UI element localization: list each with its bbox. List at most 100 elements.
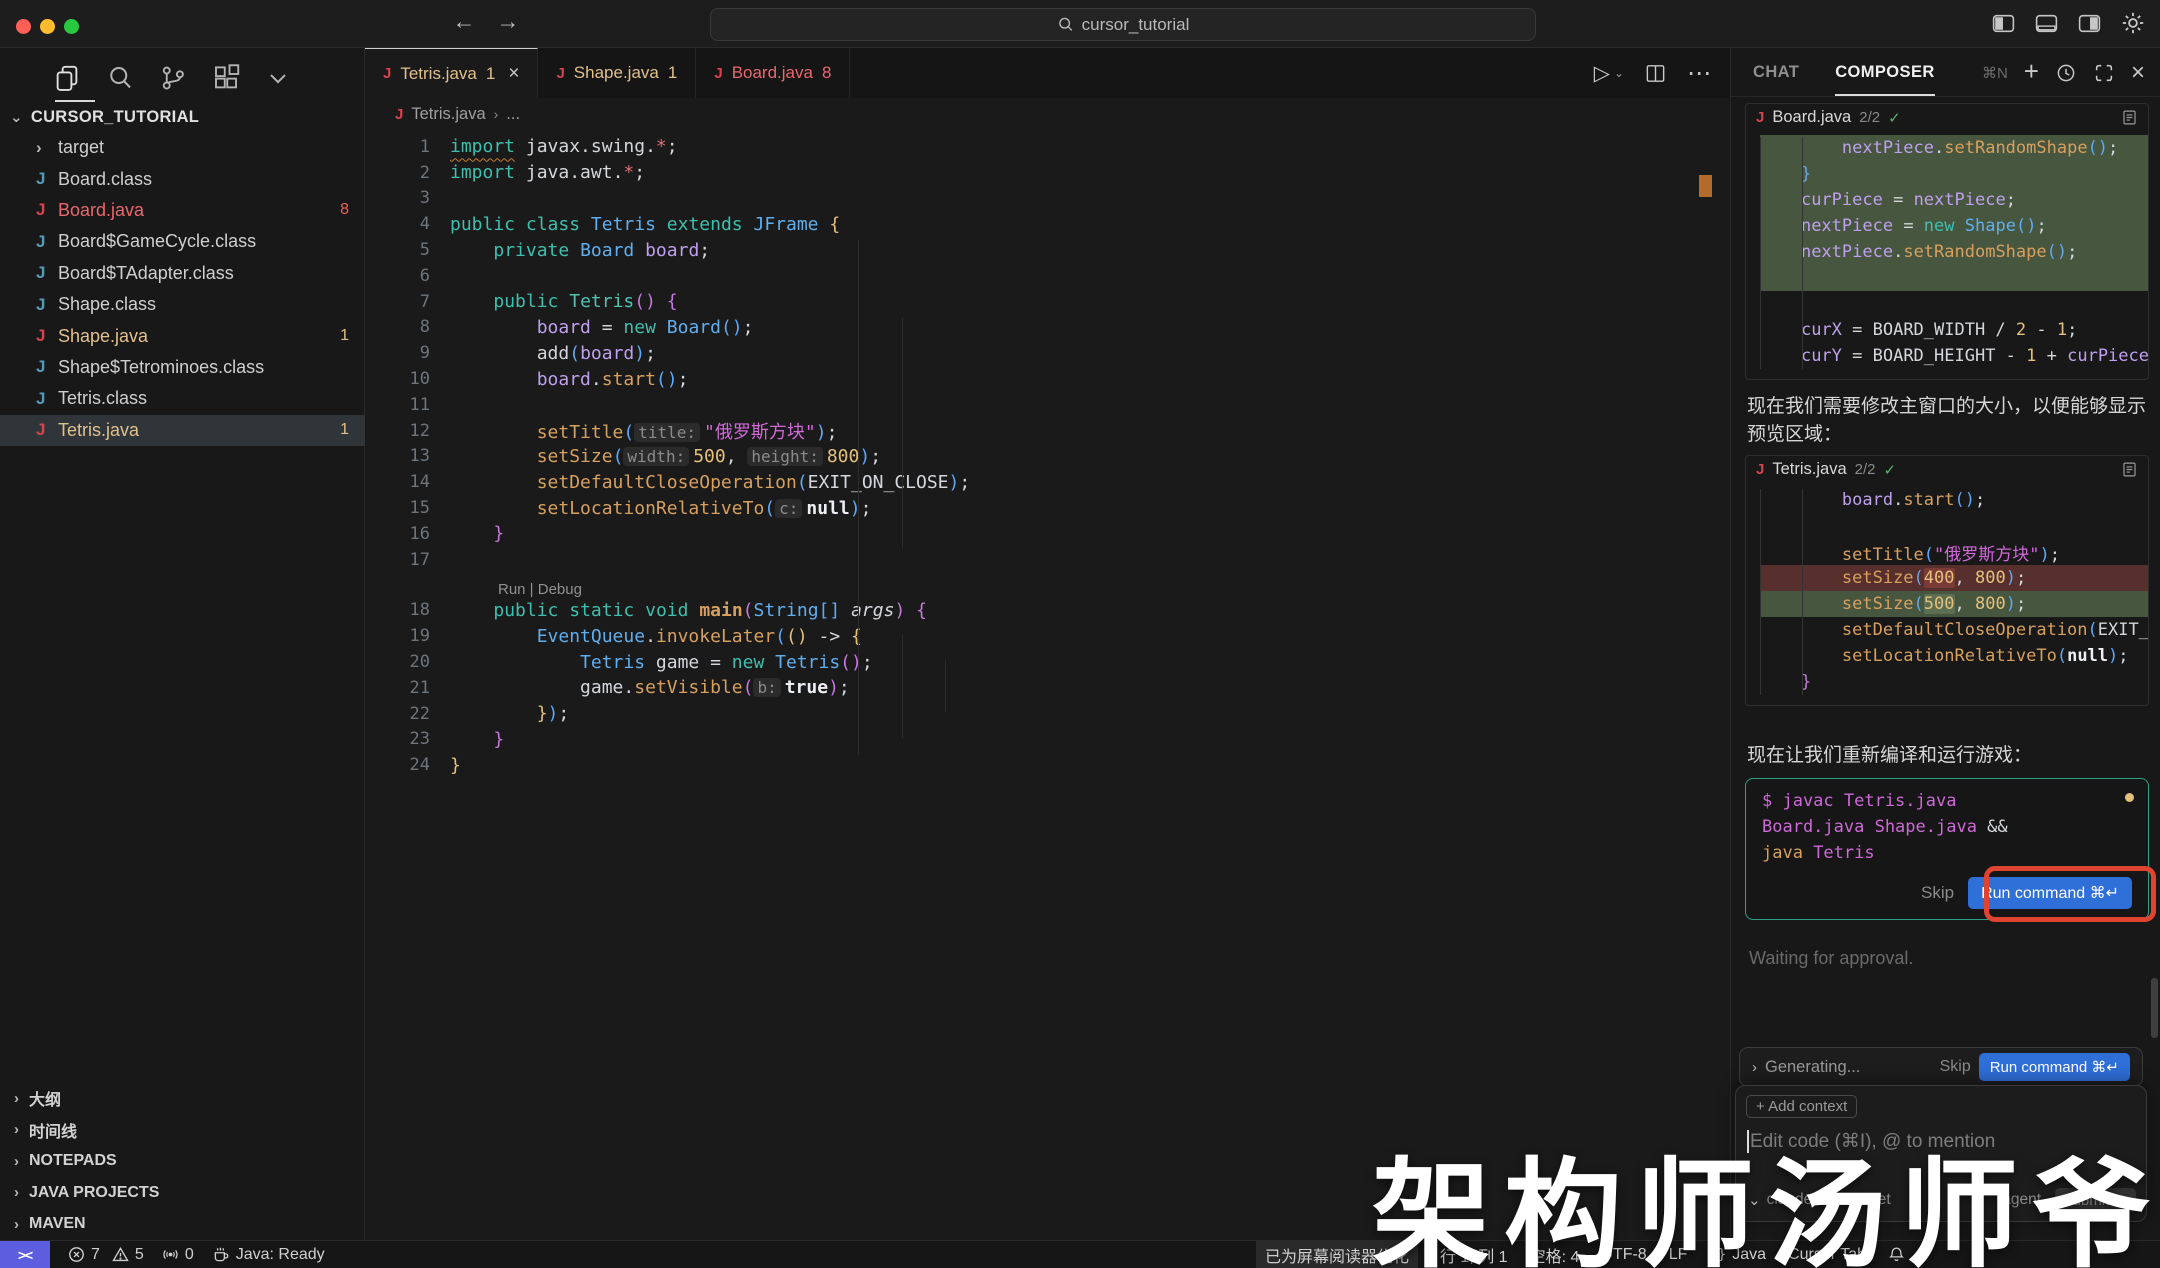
toggle-primary-sidebar-icon[interactable] xyxy=(1991,11,2016,36)
codelens-run-debug[interactable]: Run | Debug xyxy=(365,573,1730,598)
diff-block-header[interactable]: J Board.java 2/2 ✓ xyxy=(1746,104,2148,131)
file-tree-item-Shape.java[interactable]: JShape.java1 xyxy=(0,320,365,351)
code-line: 24} xyxy=(365,752,1730,778)
tab-composer[interactable]: COMPOSER xyxy=(1835,63,1934,82)
encoding-setting[interactable]: UTF-8 xyxy=(1601,1246,1646,1264)
run-command-button[interactable]: Run command ⌘↵ xyxy=(1968,877,2132,909)
model-selector[interactable]: claude-3.5-sonnet xyxy=(1767,1191,1891,1209)
chevron-down-icon: ⌄ xyxy=(1748,1191,1761,1209)
indent-guide xyxy=(902,635,903,738)
command-center-search[interactable]: cursor_tutorial xyxy=(710,8,1536,41)
screen-reader-status[interactable]: 已为屏幕阅读器优化 xyxy=(1256,1240,1418,1268)
history-icon[interactable] xyxy=(2055,62,2077,84)
file-tree-item-Tetris.java[interactable]: JTetris.java1 xyxy=(0,415,365,446)
file-tree-item-Shape.class[interactable]: JShape.class xyxy=(0,289,365,320)
close-window-button[interactable] xyxy=(16,19,31,34)
java-status-label: Java: Ready xyxy=(236,1246,325,1264)
explorer-icon[interactable] xyxy=(52,63,82,93)
new-chat-icon[interactable]: + xyxy=(2024,56,2039,87)
navigate-back-button[interactable]: ← xyxy=(448,8,480,35)
submit-button[interactable]: submit ↵ xyxy=(2055,1188,2136,1212)
remote-indicator[interactable]: >< xyxy=(0,1241,50,1268)
diff-block-header[interactable]: J Tetris.java 2/2 ✓ xyxy=(1746,456,2148,483)
run-button[interactable]: ▷⌄ xyxy=(1594,61,1624,86)
java-file-icon: J xyxy=(36,263,58,283)
explorer-root-folder[interactable]: ⌄ CURSOR_TUTORIAL xyxy=(0,102,365,132)
file-tree-item-Board.java[interactable]: JBoard.java8 xyxy=(0,195,365,226)
editor-tab-Tetris.java[interactable]: JTetris.java1× xyxy=(365,48,538,98)
source-control-icon[interactable] xyxy=(158,63,188,93)
java-status[interactable]: Java: Ready xyxy=(212,1246,325,1264)
open-file-icon[interactable] xyxy=(2121,109,2138,126)
cursor-position[interactable]: 行 1, 列 1 xyxy=(1440,1243,1508,1267)
run-command-button[interactable]: Run command ⌘↵ xyxy=(1979,1053,2130,1081)
editor-tab-Board.java[interactable]: JBoard.java8 xyxy=(696,48,850,98)
diff-line: setSize(400, 800); xyxy=(1760,565,2148,591)
add-context-button[interactable]: + Add context xyxy=(1746,1095,1857,1118)
file-tree-item-target[interactable]: ›target xyxy=(0,132,365,163)
notifications-bell-icon[interactable] xyxy=(1888,1246,1905,1263)
new-composer-shortcut: ⌘N xyxy=(1982,64,2008,82)
maximize-window-button[interactable] xyxy=(64,19,79,34)
chevron-right-icon: › xyxy=(14,1153,19,1170)
code-line: 22 }); xyxy=(365,701,1730,727)
sidebar-section-大纲[interactable]: ›大纲 xyxy=(0,1083,365,1115)
problems-indicator[interactable]: 7 5 xyxy=(68,1246,144,1264)
file-tree-item-Board$GameCycle.class[interactable]: JBoard$GameCycle.class xyxy=(0,226,365,257)
sidebar-section-NOTEPADS[interactable]: ›NOTEPADS xyxy=(0,1146,365,1178)
minimize-window-button[interactable] xyxy=(40,19,55,34)
editor-tab-Shape.java[interactable]: JShape.java1 xyxy=(538,48,696,98)
sidebar-section-MAVEN[interactable]: ›MAVEN xyxy=(0,1209,365,1241)
file-tree-item-Board$TAdapter.class[interactable]: JBoard$TAdapter.class xyxy=(0,258,365,289)
line-number: 13 xyxy=(365,446,430,466)
sidebar-sections: ›大纲›时间线›NOTEPADS›JAVA PROJECTS›MAVEN xyxy=(0,1083,365,1241)
tab-chat[interactable]: CHAT xyxy=(1753,63,1799,82)
close-tab-icon[interactable]: × xyxy=(508,63,519,85)
code-line: 9 add(board); xyxy=(365,340,1730,366)
line-number: 6 xyxy=(365,266,430,286)
file-tree-item-Tetris.class[interactable]: JTetris.class xyxy=(0,383,365,414)
ports-indicator[interactable]: 0 xyxy=(162,1246,194,1264)
toggle-secondary-sidebar-icon[interactable] xyxy=(2077,11,2102,36)
cursor-tab-toggle[interactable]: Cursor Tab xyxy=(1788,1246,1866,1264)
code-editor[interactable]: 1import javax.swing.*;2import java.awt.*… xyxy=(365,130,1730,1240)
section-label: JAVA PROJECTS xyxy=(29,1184,159,1202)
skip-button[interactable]: Skip xyxy=(1940,1058,1971,1076)
search-sidebar-icon[interactable] xyxy=(105,63,135,93)
close-panel-icon[interactable]: × xyxy=(2131,59,2145,87)
chevron-right-icon[interactable]: › xyxy=(1752,1059,1757,1076)
navigate-forward-button[interactable]: → xyxy=(492,8,524,35)
agent-toggle[interactable]: agent xyxy=(2002,1191,2041,1209)
settings-gear-icon[interactable] xyxy=(2120,10,2146,36)
expand-icon[interactable] xyxy=(2093,62,2115,84)
split-editor-icon[interactable] xyxy=(1644,62,1667,85)
diff-line: curY = BOARD_HEIGHT - 1 + curPiece.minY(… xyxy=(1760,343,2148,369)
extensions-icon[interactable] xyxy=(211,63,241,93)
skip-button[interactable]: Skip xyxy=(1921,883,1954,903)
line-number: 7 xyxy=(365,292,430,312)
composer-input-placeholder[interactable]: Edit code (⌘I), @ to mention xyxy=(1750,1130,1995,1153)
scrollbar-thumb[interactable] xyxy=(2151,978,2158,1038)
text-cursor xyxy=(1747,1130,1749,1153)
eol-setting[interactable]: LF xyxy=(1669,1246,1688,1264)
breadcrumb-more: ... xyxy=(506,105,520,124)
language-mode[interactable]: {} Java xyxy=(1709,1246,1766,1264)
breadcrumb[interactable]: J Tetris.java › ... xyxy=(365,98,1730,130)
tab-label: Tetris.java xyxy=(400,64,477,84)
open-file-icon[interactable] xyxy=(2121,461,2138,478)
toggle-panel-icon[interactable] xyxy=(2034,11,2059,36)
line-number: 24 xyxy=(365,755,430,775)
indentation-setting[interactable]: 空格: 4 xyxy=(1530,1243,1580,1267)
file-name: target xyxy=(58,137,365,158)
more-views-chevron-icon[interactable] xyxy=(264,64,292,92)
indent-guide xyxy=(858,240,859,755)
composer-panel: CHAT COMPOSER ⌘N + × J Board.java 2/2 ✓ xyxy=(1730,48,2160,1240)
file-tree-item-Shape$Tetrominoes.class[interactable]: JShape$Tetrominoes.class xyxy=(0,352,365,383)
indent-guide xyxy=(1760,489,1761,695)
sidebar-section-时间线[interactable]: ›时间线 xyxy=(0,1114,365,1146)
file-tree-item-Board.class[interactable]: JBoard.class xyxy=(0,163,365,194)
composer-input-box: + Add context Edit code (⌘I), @ to menti… xyxy=(1735,1085,2147,1222)
code-line: 23 } xyxy=(365,727,1730,753)
sidebar-section-JAVA PROJECTS[interactable]: ›JAVA PROJECTS xyxy=(0,1177,365,1209)
more-actions-icon[interactable]: ⋯ xyxy=(1687,59,1712,88)
